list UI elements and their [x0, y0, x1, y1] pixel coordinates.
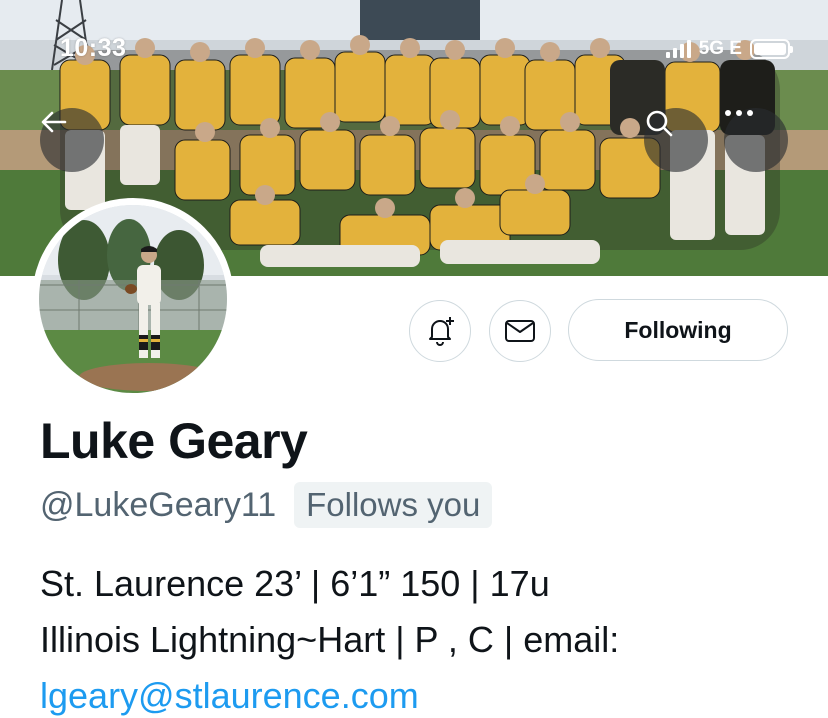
status-indicators: 5G E — [665, 38, 793, 60]
status-time: 10:33 — [60, 34, 127, 62]
notifications-button[interactable] — [409, 300, 471, 362]
network-type: 5G E — [698, 38, 742, 59]
avatar[interactable] — [32, 198, 234, 400]
profile-name: Luke Geary — [40, 413, 308, 469]
email-link[interactable]: lgeary@stlaurence.com — [40, 668, 820, 718]
bell-plus-icon — [429, 317, 454, 346]
handle-row: @LukeGeary11 Follows you — [40, 482, 493, 528]
message-button[interactable] — [489, 300, 551, 362]
arrow-left-icon — [41, 111, 67, 133]
follows-you-badge: Follows you — [294, 482, 493, 528]
signal-icon — [665, 40, 691, 58]
envelope-icon — [505, 320, 535, 342]
profile-bio: St. Laurence 23’ | 6’1” 150 | 17u Illino… — [40, 556, 820, 718]
more-options-button[interactable] — [724, 108, 788, 172]
search-button[interactable] — [644, 108, 708, 172]
profile-handle: @LukeGeary11 — [40, 485, 277, 524]
battery-icon — [750, 39, 793, 59]
back-button[interactable] — [40, 108, 104, 172]
avatar-photo — [39, 205, 227, 393]
bio-line: Illinois Lightning~Hart | P , C | email: — [40, 619, 620, 660]
search-icon — [646, 110, 673, 137]
bio-line: St. Laurence 23’ | 6’1” 150 | 17u — [40, 563, 550, 604]
following-button[interactable]: Following — [568, 299, 788, 361]
more-horizontal-icon — [725, 110, 753, 116]
